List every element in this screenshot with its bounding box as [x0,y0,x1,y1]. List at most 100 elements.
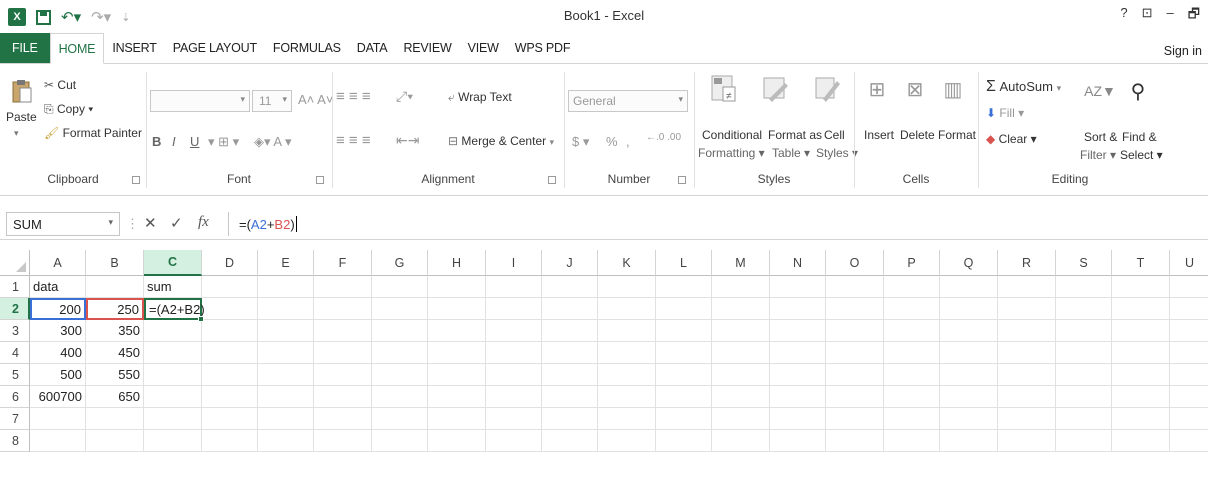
cell-r8[interactable] [998,430,1056,452]
cell-g7[interactable] [372,408,428,430]
column-header-f[interactable]: F [314,250,372,276]
row-header[interactable]: 1 [0,276,30,298]
column-header-k[interactable]: K [598,250,656,276]
row-header[interactable]: 3 [0,320,30,342]
conditional-formatting-icon[interactable]: ≠ [710,74,738,104]
cell-a4[interactable]: 400 [30,342,86,364]
cell-f3[interactable] [314,320,372,342]
enter-icon[interactable]: ✓ [170,214,183,232]
cell-g2[interactable] [372,298,428,320]
column-header-q[interactable]: Q [940,250,998,276]
column-header-p[interactable]: P [884,250,940,276]
decimal-icon[interactable]: ←.0 .00 [646,132,681,143]
tab-review[interactable]: REVIEW [395,33,459,63]
cell-q1[interactable] [940,276,998,298]
cell-l5[interactable] [656,364,712,386]
cell-b1[interactable] [86,276,144,298]
cell-s5[interactable] [1056,364,1112,386]
cell-k8[interactable] [598,430,656,452]
cell-p4[interactable] [884,342,940,364]
cell-l2[interactable] [656,298,712,320]
cell-r2[interactable] [998,298,1056,320]
cell-e7[interactable] [258,408,314,430]
cell-c4[interactable] [144,342,202,364]
cell-q8[interactable] [940,430,998,452]
tab-file[interactable]: FILE [0,33,50,63]
cell-m1[interactable] [712,276,770,298]
name-box-dropdown-icon[interactable]: ▾ [108,217,113,228]
cell-q7[interactable] [940,408,998,430]
cell-q6[interactable] [940,386,998,408]
ribbon-display-icon[interactable]: ⊡ [1142,5,1153,27]
clipboard-launcher-icon[interactable] [132,176,140,184]
tab-page-layout[interactable]: PAGE LAYOUT [165,33,265,63]
cell-l1[interactable] [656,276,712,298]
column-header-u[interactable]: U [1170,250,1208,276]
row-header[interactable]: 7 [0,408,30,430]
cell-i1[interactable] [486,276,542,298]
orientation-icon[interactable]: ⤢▾ [396,88,413,105]
cell-m5[interactable] [712,364,770,386]
conditional-formatting-button[interactable]: Conditional [702,128,762,142]
cell-s6[interactable] [1056,386,1112,408]
cell-k6[interactable] [598,386,656,408]
copy-button[interactable]: ⎘ Copy ▾ [44,102,93,117]
column-header-j[interactable]: J [542,250,598,276]
cell-d7[interactable] [202,408,258,430]
column-header-r[interactable]: R [998,250,1056,276]
cell-r6[interactable] [998,386,1056,408]
cell-b5[interactable]: 550 [86,364,144,386]
cell-f6[interactable] [314,386,372,408]
name-box[interactable]: SUM ▾ [6,212,120,236]
cell-q4[interactable] [940,342,998,364]
cell-s1[interactable] [1056,276,1112,298]
cell-f7[interactable] [314,408,372,430]
cell-g1[interactable] [372,276,428,298]
percent-button[interactable]: % [606,134,618,149]
cell-i8[interactable] [486,430,542,452]
cell-i7[interactable] [486,408,542,430]
cell-a7[interactable] [30,408,86,430]
tab-wps-pdf[interactable]: WPS PDF [507,33,579,63]
fill-button[interactable]: ⬇ Fill ▾ [986,106,1024,120]
cancel-icon[interactable]: ✕ [144,214,157,232]
cell-h3[interactable] [428,320,486,342]
cell-o5[interactable] [826,364,884,386]
cell-e1[interactable] [258,276,314,298]
cell-styles-icon[interactable] [814,74,842,104]
fill-color-icon[interactable]: ◈▾ A ▾ [254,134,292,150]
cell-a6[interactable]: 600700 [30,386,86,408]
format-painter-button[interactable]: 🖌 Format Painter [44,126,142,140]
alignment-launcher-icon[interactable] [548,176,556,184]
cell-a2[interactable]: 200 [30,298,86,320]
cell-k5[interactable] [598,364,656,386]
cell-n4[interactable] [770,342,826,364]
sort-filter-button[interactable]: Sort & [1084,130,1117,144]
cell-m3[interactable] [712,320,770,342]
cell-a3[interactable]: 300 [30,320,86,342]
cell-n3[interactable] [770,320,826,342]
cell-g4[interactable] [372,342,428,364]
cell-d3[interactable] [202,320,258,342]
cell-c1[interactable]: sum [144,276,202,298]
cell-q3[interactable] [940,320,998,342]
column-header-c[interactable]: C [144,250,202,276]
cell-f1[interactable] [314,276,372,298]
cell-h6[interactable] [428,386,486,408]
row-header[interactable]: 5 [0,364,30,386]
cell-j1[interactable] [542,276,598,298]
borders-icon[interactable]: ▾ ⊞ ▾ [208,134,239,150]
cell-o8[interactable] [826,430,884,452]
cell-g8[interactable] [372,430,428,452]
find-select-button[interactable]: Find & [1122,130,1157,144]
cell-b7[interactable] [86,408,144,430]
tab-home[interactable]: HOME [49,33,105,64]
cell-c6[interactable] [144,386,202,408]
cell-k1[interactable] [598,276,656,298]
cell-t2[interactable] [1112,298,1170,320]
top-align-icon[interactable]: ≡ ≡ ≡ [336,88,371,105]
cell-f8[interactable] [314,430,372,452]
cell-c2[interactable]: =(A2+B2) [144,298,205,320]
format-as-table-icon[interactable] [762,74,790,104]
cell-l7[interactable] [656,408,712,430]
